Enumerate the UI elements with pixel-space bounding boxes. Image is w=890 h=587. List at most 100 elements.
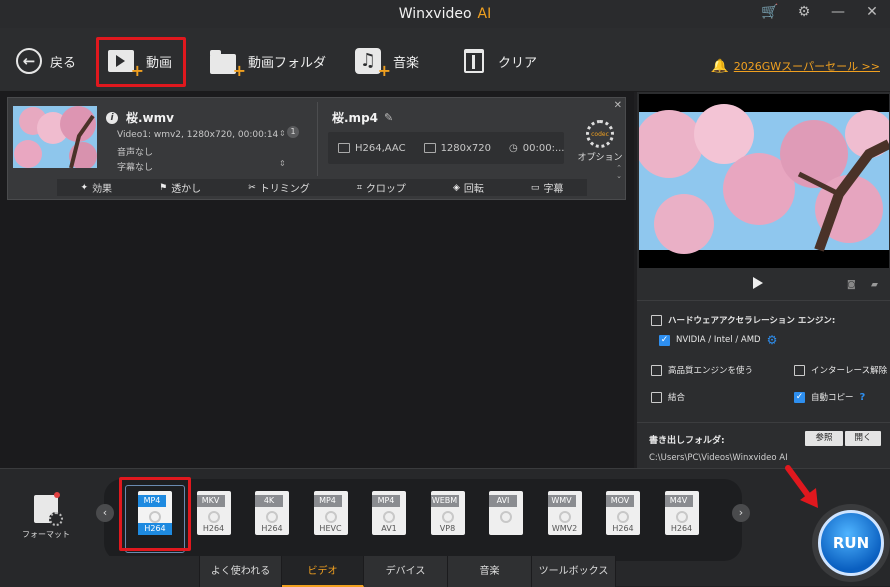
hw-accel-checkbox[interactable]: ハードウェアアクセラレーション エンジン: — [651, 314, 835, 326]
subtitle-stepper[interactable]: ⇕ — [279, 159, 286, 168]
run-area: RUN — [806, 494, 890, 586]
format-item-codec: H264 — [670, 524, 693, 533]
film-reel-icon — [383, 511, 395, 523]
tab-toolbox[interactable]: ツールボックス — [532, 556, 616, 587]
open-folder-button[interactable]: 開く — [845, 431, 881, 446]
close-icon[interactable]: ✕ — [862, 4, 882, 20]
deinterlace-checkbox[interactable]: インターレース解除 — [794, 364, 887, 376]
browse-button[interactable]: 参照 — [805, 431, 843, 446]
autocopy-checkbox[interactable]: ✓ 自動コピー ? — [794, 391, 865, 403]
pencil-icon[interactable]: ✎ — [384, 111, 393, 124]
merge-box[interactable] — [651, 391, 662, 403]
arrow-left-icon: ← — [16, 48, 42, 74]
cart-icon[interactable]: 🛒 — [760, 4, 780, 20]
merge-label: 結合 — [668, 393, 686, 403]
tab-device[interactable]: デバイス — [364, 556, 448, 587]
output-path[interactable]: C:\Users\PC\Videos\Winxvideo AI — [649, 453, 788, 463]
source-thumbnail[interactable] — [13, 106, 97, 168]
task-card[interactable]: i 桜.wmv Video1: wmv2, 1280x720, 00:00:14… — [7, 97, 626, 200]
film-reel-icon — [441, 511, 454, 523]
add-music-label: 音楽 — [393, 55, 420, 71]
hw-vendor-box[interactable]: ✓ — [659, 334, 670, 346]
format-item-type: MKV — [196, 495, 225, 507]
tab-common[interactable]: よく使われる — [200, 556, 282, 587]
gear-icon[interactable]: ⚙ — [794, 4, 814, 20]
format-item[interactable]: MP4 HEVC — [313, 491, 348, 535]
video-track-info[interactable]: Video1: wmv2, 1280x720, 00:00:14 — [117, 130, 278, 140]
gear-icon[interactable]: ⚙ — [767, 333, 778, 347]
help-icon[interactable]: ? — [860, 392, 866, 403]
edit-effect-button[interactable]: ✦ 効果 — [80, 180, 113, 196]
film-reel-icon — [149, 511, 161, 523]
add-music-button[interactable]: ♫ + 音楽 — [355, 40, 419, 82]
hq-engine-box[interactable] — [651, 364, 662, 376]
merge-checkbox[interactable]: 結合 — [651, 391, 685, 403]
magic-wand-icon: ✦ — [80, 182, 89, 193]
autocopy-box[interactable]: ✓ — [794, 391, 805, 403]
subtitle-track-info[interactable]: 字幕なし — [117, 160, 153, 173]
tab-music[interactable]: 音楽 — [448, 556, 532, 587]
format-item-type: M4V — [664, 495, 693, 507]
film-icon — [338, 143, 350, 153]
edit-trim-button[interactable]: ✂ トリミング — [248, 180, 310, 196]
minimize-icon[interactable]: — — [828, 4, 848, 20]
format-item-type: WEBM — [430, 495, 459, 507]
remove-task-icon[interactable]: ✕ — [614, 100, 622, 111]
format-item[interactable]: WEBM VP8 — [430, 491, 465, 535]
tab-video[interactable]: ビデオ — [282, 556, 364, 587]
hw-accel-box[interactable] — [651, 314, 662, 326]
chevron-left-icon[interactable]: ‹ — [96, 504, 114, 522]
edit-subtitle-button[interactable]: ▭ 字幕 — [531, 180, 564, 196]
edit-crop-button[interactable]: ⌗ クロップ — [356, 180, 406, 196]
format-item-type: MP4 — [313, 495, 342, 507]
clear-button[interactable]: クリア — [460, 40, 537, 82]
edit-rotate-button[interactable]: ◈ 回転 — [453, 180, 484, 196]
expand-arrows-icon[interactable]: ⌃ ⌄ — [616, 164, 622, 180]
format-item-codec: HEVC — [319, 524, 342, 533]
option-label: オプション — [577, 153, 623, 163]
main-toolbar: ← 戻る + 動画 + 動画フォルダ ♫ + 音楽 クリア 🔔 2026GWスーパ… — [0, 28, 890, 92]
add-video-folder-button[interactable]: + 動画フォルダ — [210, 40, 326, 82]
camera-icon[interactable]: ◙ — [847, 280, 856, 290]
add-video-button[interactable]: + 動画 — [108, 40, 172, 82]
format-item[interactable]: MOV H264 — [606, 491, 640, 535]
option-button[interactable]: codec オプション — [576, 120, 624, 163]
format-item-codec: H264 — [138, 523, 172, 535]
video-track-stepper[interactable]: ⇕ — [279, 129, 286, 138]
format-item[interactable]: AVI — [489, 491, 523, 535]
film-reel-icon — [675, 511, 688, 523]
chevron-right-icon[interactable]: › — [732, 504, 750, 522]
source-name-text: 桜.wmv — [126, 111, 174, 125]
info-icon[interactable]: i — [106, 111, 118, 124]
film-reel-icon — [324, 511, 337, 523]
edit-watermark-button[interactable]: ⚑ 透かし — [159, 180, 201, 196]
format-item[interactable]: 4K H264 — [255, 491, 289, 535]
crop-icon: ⌗ — [356, 182, 362, 193]
run-button[interactable]: RUN — [818, 510, 884, 576]
folder-add-icon: + — [210, 46, 246, 80]
audio-track-info[interactable]: 音声なし — [117, 145, 153, 158]
format-item-codec: AV1 — [381, 524, 397, 533]
format-item[interactable]: MKV H264 — [196, 491, 231, 535]
back-button[interactable]: ← 戻る — [16, 40, 76, 82]
play-icon[interactable] — [753, 277, 763, 289]
hw-vendor-checkbox[interactable]: ✓ NVIDIA / Intel / AMD ⚙ — [659, 333, 777, 347]
app-title: Winxvideo AI — [399, 6, 492, 22]
promo-link[interactable]: 🔔 2026GWスーパーセール >> — [712, 58, 880, 74]
format-item[interactable]: MP4 H264 — [138, 491, 172, 535]
format-item[interactable]: WMV WMV2 — [547, 491, 582, 535]
source-file-name[interactable]: i 桜.wmv — [106, 109, 174, 126]
deinterlace-box[interactable] — [794, 364, 805, 376]
scissors-icon: ✂ — [248, 182, 256, 193]
format-item[interactable]: M4V H264 — [664, 491, 699, 535]
resolution-info: 1280x720 — [423, 143, 491, 154]
hq-engine-checkbox[interactable]: 高品質エンジンを使う — [651, 364, 753, 376]
format-item-type: MP4 — [138, 495, 166, 507]
task-list: i 桜.wmv Video1: wmv2, 1280x720, 00:00:14… — [0, 92, 634, 468]
output-name-text: 桜.mp4 — [332, 111, 379, 125]
format-button[interactable]: フォーマット — [20, 492, 72, 540]
format-item[interactable]: MP4 AV1 — [372, 491, 406, 535]
output-file-name[interactable]: 桜.mp4 ✎ — [332, 109, 393, 126]
promo-label: 2026GWスーパーセール >> — [733, 60, 880, 73]
folder-icon[interactable]: ▰ — [871, 280, 878, 290]
